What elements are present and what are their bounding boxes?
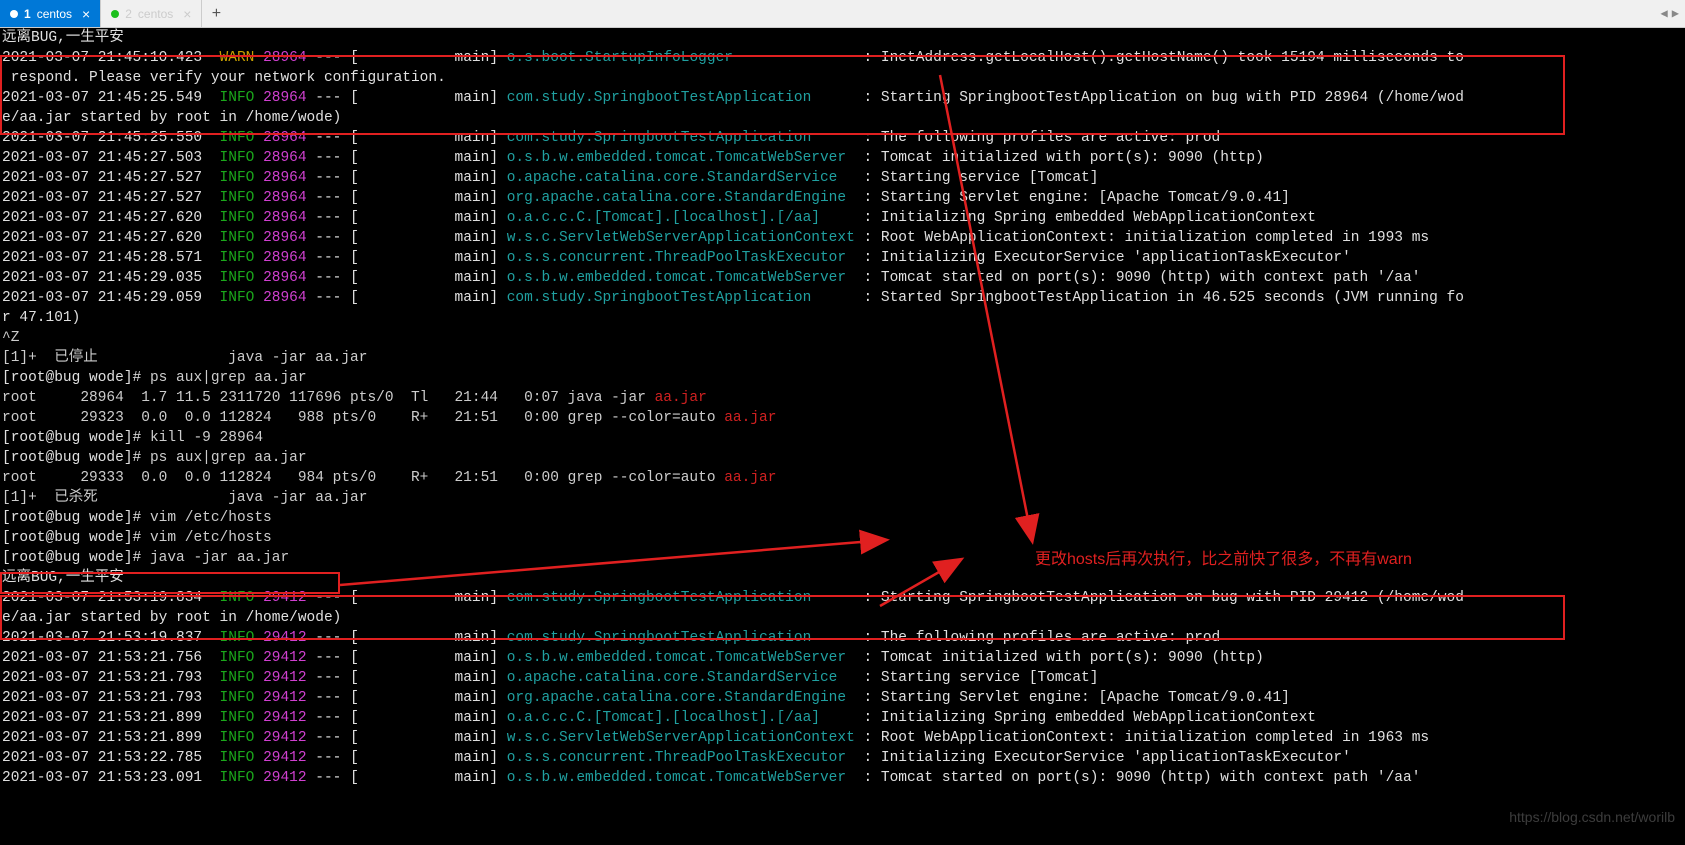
tab-nav-left-icon[interactable]: ◀ xyxy=(1661,6,1668,21)
status-dot-icon xyxy=(111,10,119,18)
tab-nav-right-icon[interactable]: ▶ xyxy=(1672,6,1679,21)
close-icon[interactable]: × xyxy=(82,6,90,22)
tab-number: 1 xyxy=(24,7,31,21)
tab-label: centos xyxy=(37,7,72,21)
tab-bar: 1 centos × 2 centos × + ◀ ▶ xyxy=(0,0,1685,28)
tab-2-centos[interactable]: 2 centos × xyxy=(101,0,202,27)
tab-1-centos[interactable]: 1 centos × xyxy=(0,0,101,27)
annotation-text: 更改hosts后再次执行，比之前快了很多，不再有warn xyxy=(1035,545,1412,569)
tab-number: 2 xyxy=(125,7,132,21)
terminal-output[interactable]: 远离BUG,一生平安2021-03-07 21:45:10.423 WARN 2… xyxy=(0,28,1685,845)
tab-nav: ◀ ▶ xyxy=(1655,0,1685,27)
watermark: https://blog.csdn.net/worilb xyxy=(1509,809,1675,825)
add-tab-button[interactable]: + xyxy=(202,0,230,27)
status-dot-icon xyxy=(10,10,18,18)
close-icon[interactable]: × xyxy=(183,6,191,22)
tab-label: centos xyxy=(138,7,173,21)
